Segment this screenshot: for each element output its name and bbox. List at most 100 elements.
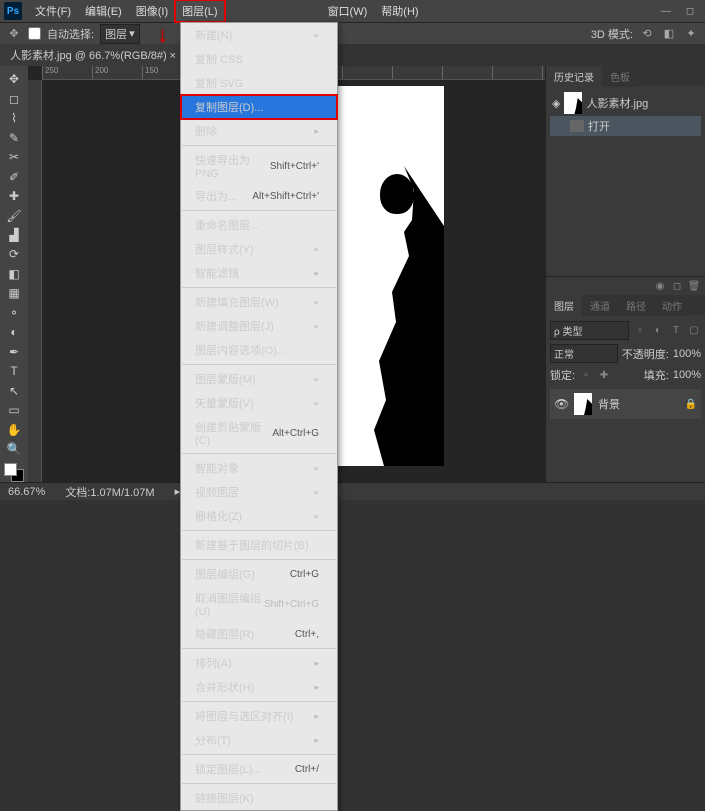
mode-3d-label: 3D 模式: bbox=[591, 26, 633, 42]
menu-item[interactable]: 新建基于图层的切片(B) bbox=[181, 533, 337, 557]
silhouette-head bbox=[380, 174, 414, 214]
lasso-tool[interactable]: ⌇ bbox=[3, 109, 25, 127]
toolbox: ✥ ◻ ⌇ ✎ ✂ ✐ ✚ 🖌 ▟ ⟳ ◧ ▦ ⚬ ◐ ✒ T ↖ ▭ ✋ 🔍 bbox=[0, 66, 28, 482]
document-tabs: 人影素材.jpg @ 66.7%(RGB/8#) × bbox=[0, 44, 705, 66]
trash-icon[interactable]: 🗑 bbox=[687, 279, 701, 293]
color-swatch[interactable] bbox=[4, 463, 24, 481]
panels: 历史记录 色板 ◈ 人影素材.jpg 打开 ◉ ◻ 🗑 图层 通道 路径 动作 ρ… bbox=[545, 66, 705, 482]
menu-图层(L)[interactable]: 图层(L) bbox=[175, 0, 224, 22]
menu-hidden[interactable] bbox=[249, 0, 273, 22]
menu-item[interactable]: 图层样式(Y) bbox=[181, 237, 337, 261]
layer-menu: 新建(N)复制 CSS复制 SVG复制图层(D)...删除快速导出为 PNGSh… bbox=[180, 22, 338, 811]
doc-size: 文档:1.07M/1.07M bbox=[65, 484, 154, 500]
tab-actions[interactable]: 动作 bbox=[654, 295, 690, 316]
path-tool[interactable]: ↖ bbox=[3, 382, 25, 400]
menu-item[interactable]: 导出为...Alt+Shift+Ctrl+' bbox=[181, 184, 337, 208]
eyedropper-tool[interactable]: ✐ bbox=[3, 167, 25, 185]
menu-item: 删除 bbox=[181, 119, 337, 143]
history-item[interactable]: 人影素材.jpg bbox=[586, 95, 648, 111]
annotation-arrow: ↓ bbox=[157, 22, 168, 48]
history-brush-tool[interactable]: ⟳ bbox=[3, 245, 25, 263]
quick-select-tool[interactable]: ✎ bbox=[3, 128, 25, 146]
menu-item[interactable]: 复制 CSS bbox=[181, 47, 337, 71]
ruler-vertical bbox=[28, 80, 42, 482]
menu-item[interactable]: 矢量蒙版(V) bbox=[181, 391, 337, 415]
lock-icon: 🔒 bbox=[685, 399, 697, 410]
eraser-tool[interactable]: ◧ bbox=[3, 265, 25, 283]
menu-item[interactable]: 图层蒙版(M) bbox=[181, 367, 337, 391]
move-tool-icon: ✥ bbox=[6, 26, 22, 42]
menu-item: 链接图层(K) bbox=[181, 786, 337, 810]
camera-icon[interactable]: ◻ bbox=[670, 279, 684, 293]
menu-item: 图层内容选项(O)... bbox=[181, 338, 337, 362]
stamp-tool[interactable]: ▟ bbox=[3, 226, 25, 244]
tab-layers[interactable]: 图层 bbox=[546, 295, 582, 316]
visibility-icon[interactable]: ◈ bbox=[552, 97, 560, 110]
menu-item[interactable]: 图层编组(G)Ctrl+G bbox=[181, 562, 337, 586]
window-controls: — ◻ bbox=[655, 3, 701, 19]
blend-mode[interactable]: 正常 bbox=[550, 344, 618, 363]
menu-item[interactable]: 智能对象 bbox=[181, 456, 337, 480]
history-panel: ◈ 人影素材.jpg 打开 bbox=[546, 86, 705, 156]
menu-item[interactable]: 栅格化(Z) bbox=[181, 504, 337, 528]
menu-item: 取消图层编组(U)Shift+Ctrl+G bbox=[181, 586, 337, 622]
layer-name: 背景 bbox=[598, 396, 620, 412]
minimize-button[interactable]: — bbox=[655, 3, 677, 19]
marquee-tool[interactable]: ◻ bbox=[3, 89, 25, 107]
visibility-icon[interactable]: 👁 bbox=[554, 397, 568, 411]
zoom-level[interactable]: 66.67% bbox=[8, 486, 45, 498]
menu-hidden[interactable] bbox=[225, 0, 249, 22]
menu-item[interactable]: 锁定图层(L)...Ctrl+/ bbox=[181, 757, 337, 781]
shape-tool[interactable]: ▭ bbox=[3, 401, 25, 419]
type-tool[interactable]: T bbox=[3, 362, 25, 380]
chevron-down-icon: ▾ bbox=[129, 27, 135, 40]
menu-item: 合并形状(H) bbox=[181, 675, 337, 699]
auto-select-dropdown[interactable]: 图层 ▾ bbox=[100, 24, 140, 44]
brush-tool[interactable]: 🖌 bbox=[3, 206, 25, 224]
menu-item[interactable]: 视频图层 bbox=[181, 480, 337, 504]
auto-select-checkbox[interactable] bbox=[28, 27, 41, 40]
menu-编辑(E)[interactable]: 编辑(E) bbox=[78, 0, 129, 22]
zoom-tool[interactable]: 🔍 bbox=[3, 440, 25, 458]
blur-tool[interactable]: ⚬ bbox=[3, 304, 25, 322]
menu-item[interactable]: 复制图层(D)... bbox=[181, 95, 337, 119]
gradient-tool[interactable]: ▦ bbox=[3, 284, 25, 302]
tab-swatches[interactable]: 色板 bbox=[602, 66, 638, 87]
menu-窗口(W)[interactable]: 窗口(W) bbox=[321, 0, 375, 22]
move-tool[interactable]: ✥ bbox=[3, 70, 25, 88]
menu-item[interactable]: 新建调整图层(J) bbox=[181, 314, 337, 338]
menu-item[interactable]: 快速导出为 PNGShift+Ctrl+' bbox=[181, 148, 337, 184]
menu-帮助(H)[interactable]: 帮助(H) bbox=[374, 0, 425, 22]
mode-icon[interactable]: ✦ bbox=[683, 26, 699, 42]
crop-tool[interactable]: ✂ bbox=[3, 148, 25, 166]
restore-button[interactable]: ◻ bbox=[679, 3, 701, 19]
menu-item[interactable]: 隐藏图层(R)Ctrl+, bbox=[181, 622, 337, 646]
tab-channels[interactable]: 通道 bbox=[582, 295, 618, 316]
mode-icon[interactable]: ◧ bbox=[661, 26, 677, 42]
dodge-tool[interactable]: ◐ bbox=[3, 323, 25, 341]
menu-item[interactable]: 新建填充图层(W) bbox=[181, 290, 337, 314]
heal-tool[interactable]: ✚ bbox=[3, 187, 25, 205]
hand-tool[interactable]: ✋ bbox=[3, 420, 25, 438]
layer-thumb bbox=[574, 393, 592, 415]
menu-hidden[interactable] bbox=[273, 0, 297, 22]
menu-hidden[interactable] bbox=[297, 0, 321, 22]
layer-filter[interactable]: ρ 类型 bbox=[550, 321, 629, 340]
menu-item: 排列(A) bbox=[181, 651, 337, 675]
new-snapshot-button[interactable]: ◉ bbox=[653, 279, 667, 293]
history-item[interactable]: 打开 bbox=[588, 118, 610, 134]
menu-item[interactable]: 新建(N) bbox=[181, 23, 337, 47]
menu-item[interactable]: 复制 SVG bbox=[181, 71, 337, 95]
close-icon[interactable]: × bbox=[169, 50, 175, 62]
menu-item: 分布(T) bbox=[181, 728, 337, 752]
menu-item[interactable]: 创建剪贴蒙版(C)Alt+Ctrl+G bbox=[181, 415, 337, 451]
menubar: Ps 文件(F)编辑(E)图像(I)图层(L)窗口(W)帮助(H) — ◻ bbox=[0, 0, 705, 22]
menu-文件(F)[interactable]: 文件(F) bbox=[28, 0, 78, 22]
layer-row[interactable]: 👁 背景 🔒 bbox=[550, 389, 701, 419]
tab-history[interactable]: 历史记录 bbox=[546, 66, 602, 87]
pen-tool[interactable]: ✒ bbox=[3, 343, 25, 361]
tab-paths[interactable]: 路径 bbox=[618, 295, 654, 316]
mode-icon[interactable]: ⟲ bbox=[639, 26, 655, 42]
menu-图像(I)[interactable]: 图像(I) bbox=[129, 0, 175, 22]
menu-item: 智能滤镜 bbox=[181, 261, 337, 285]
